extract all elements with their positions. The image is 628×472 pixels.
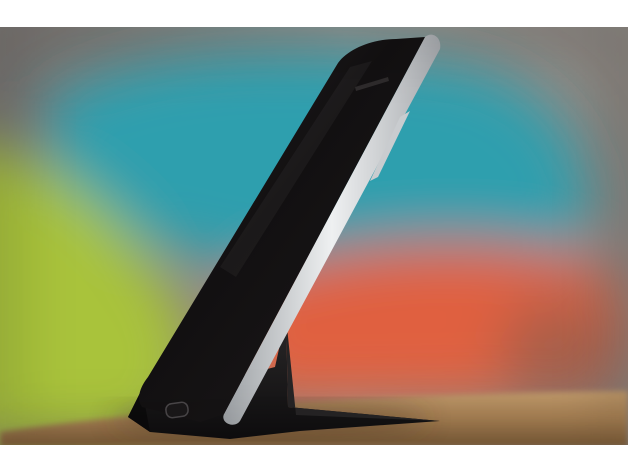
home-button bbox=[165, 401, 189, 419]
photo bbox=[0, 27, 628, 445]
